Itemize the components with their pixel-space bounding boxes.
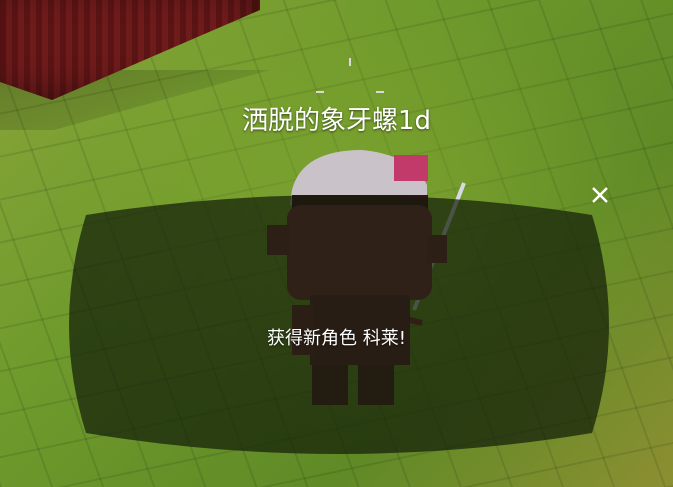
player-name-label: 洒脱的象牙螺1d xyxy=(241,106,432,136)
close-icon xyxy=(592,187,608,203)
hair-bow xyxy=(394,155,428,181)
reward-message: 获得新角色 科莱! xyxy=(267,328,406,349)
close-button[interactable] xyxy=(585,180,615,210)
game-scene: 洒脱的象牙螺1d 获得新角色 科莱! xyxy=(0,0,673,487)
